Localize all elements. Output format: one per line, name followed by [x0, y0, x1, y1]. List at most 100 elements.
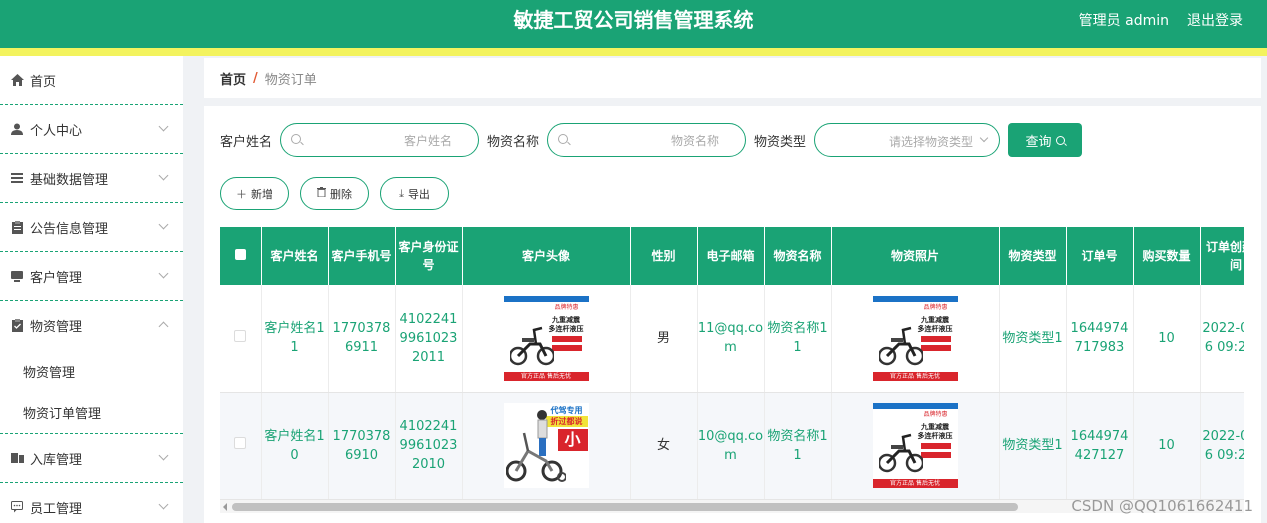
sidebar-item-home[interactable]: 首页 [0, 56, 183, 105]
breadcrumb: 首页 / 物资订单 [204, 58, 1261, 98]
breadcrumb-home[interactable]: 首页 [220, 69, 246, 88]
sidebar-item-inbound[interactable]: 入库管理 [0, 434, 183, 483]
chevron-down-icon [158, 219, 169, 230]
cell-idcard: 410224199610232011 [395, 285, 463, 393]
cell-qty: 10 [1133, 285, 1201, 393]
sidebar-item-basic-data[interactable]: 基础数据管理 [0, 154, 183, 203]
sidebar-item-label: 首页 [30, 74, 57, 90]
cell-type: 物资类型1 [999, 392, 1067, 500]
ebike-illustration [878, 433, 923, 473]
cell-type: 物资类型1 [999, 285, 1067, 393]
sidebar-item-label: 物资管理 [30, 320, 83, 335]
row-select-cell[interactable] [220, 285, 262, 393]
table-header-row: 客户姓名 客户手机号 客户身份证号 客户头像 性别 电子邮箱 物资名称 物资照片… [220, 227, 1244, 285]
sidebar-item-notice[interactable]: 公告信息管理 [0, 203, 183, 252]
chevron-down-icon [158, 170, 169, 181]
material-name-input[interactable] [574, 132, 720, 150]
plus-icon: ＋ [236, 187, 247, 201]
top-header: 敏捷工贸公司销售管理系统 管理员 admin 退出登录 [0, 0, 1267, 48]
column-header: 订单创建时间 [1200, 227, 1244, 285]
trash-icon [317, 187, 326, 200]
row-checkbox[interactable] [234, 329, 247, 342]
sidebar-item-label: 客户管理 [30, 270, 83, 286]
sidebar-item-label: 员工管理 [30, 501, 83, 517]
delete-button[interactable]: 删除 [300, 177, 369, 210]
system-title: 敏捷工贸公司销售管理系统 [513, 8, 754, 32]
current-user: 管理员 admin [1078, 13, 1169, 29]
clipboard-check-icon [10, 319, 24, 333]
material-name-label: 物资名称 [487, 134, 540, 150]
submenu-material[interactable]: 物资管理 [0, 350, 183, 392]
scrollbar-thumb[interactable] [232, 503, 1018, 511]
customer-name-input[interactable] [307, 132, 453, 150]
search-icon [1055, 135, 1065, 145]
add-button[interactable]: ＋ 新增 [220, 177, 289, 210]
ebike-illustration [509, 326, 554, 365]
column-header: 电子邮箱 [697, 227, 765, 285]
table-row[interactable]: 客户姓名11 17703786911 410224199610232011 品牌… [220, 285, 1244, 393]
sidebar-item-material[interactable]: 物资管理 [0, 301, 183, 350]
chat-icon [10, 500, 24, 514]
accent-bar [0, 48, 1267, 56]
cell-material: 物资名称11 [764, 392, 832, 500]
orders-table: 客户姓名 客户手机号 客户身份证号 客户头像 性别 电子邮箱 物资名称 物资照片… [220, 227, 1244, 512]
cell-gender: 女 [630, 392, 698, 500]
sidebar-item-label: 入库管理 [30, 452, 83, 468]
export-button[interactable]: ⤓ 导出 [380, 177, 449, 210]
customer-name-label: 客户姓名 [220, 134, 273, 150]
submenu-material-order[interactable]: 物资订单管理 [0, 392, 183, 434]
query-button[interactable]: 查询 [1008, 123, 1083, 157]
select-all-checkbox[interactable] [234, 249, 246, 260]
search-icon [558, 134, 569, 144]
delete-button-label: 删除 [330, 187, 352, 201]
column-header: 物资照片 [831, 227, 1000, 285]
cell-order-no: 1644974427127 [1066, 392, 1134, 500]
scooter-illustration [505, 410, 566, 482]
cell-order-no: 1644974717983 [1066, 285, 1134, 393]
cell-material-photo: 品牌特惠 九重减震 多连杆液压 官方正品 售后无忧 [831, 392, 1000, 500]
sidebar: 首页 个人中心 基础数据管理 公告信息管理 客户管理 物资管理 物资管理 物资订… [0, 56, 183, 523]
search-bar: 客户姓名 物资名称 物资类型 请选择物资类型 查询 [220, 123, 1083, 157]
chevron-up-icon [158, 321, 169, 332]
sidebar-item-staff[interactable]: 员工管理 [0, 483, 183, 523]
material-type-placeholder: 请选择物资类型 [889, 135, 974, 149]
table-row[interactable]: 客户姓名10 17703786910 410224199610232010 代驾… [220, 392, 1244, 500]
user-icon [10, 122, 24, 136]
logout-link[interactable]: 退出登录 [1187, 10, 1243, 30]
column-header: 物资名称 [764, 227, 832, 285]
breadcrumb-separator: / [253, 70, 258, 86]
ebike-illustration [878, 326, 923, 365]
column-header: 购买数量 [1133, 227, 1201, 285]
sidebar-item-customer[interactable]: 客户管理 [0, 252, 183, 301]
cell-material: 物资名称11 [764, 285, 832, 393]
cell-customer-name: 客户姓名11 [261, 285, 329, 393]
cell-email: 11@qq.com [697, 285, 765, 393]
cell-time: 2022-02-16 09:20:4 [1200, 392, 1244, 500]
list-icon [10, 171, 24, 185]
sidebar-item-label: 公告信息管理 [30, 221, 109, 237]
row-select-cell[interactable] [220, 392, 262, 500]
column-header: 物资类型 [999, 227, 1067, 285]
material-name-search[interactable] [547, 123, 747, 157]
add-button-label: 新增 [251, 187, 273, 201]
cell-email: 10@qq.com [697, 392, 765, 500]
sidebar-item-label: 个人中心 [30, 123, 83, 139]
chevron-down-icon [158, 268, 169, 279]
column-header: 客户头像 [462, 227, 631, 285]
cell-time: 2022-02-16 09:25:2 [1200, 285, 1244, 393]
select-all-cell[interactable] [220, 227, 262, 285]
cell-idcard: 410224199610232010 [395, 392, 463, 500]
cell-avatar: 代驾专用 折过都说 小 [462, 392, 631, 500]
chevron-down-icon [158, 499, 169, 510]
row-checkbox[interactable] [234, 437, 247, 449]
customer-name-search[interactable] [280, 123, 480, 157]
cell-phone: 17703786911 [328, 285, 396, 393]
sidebar-item-label: 基础数据管理 [30, 172, 109, 188]
sidebar-item-personal[interactable]: 个人中心 [0, 105, 183, 154]
material-type-select[interactable]: 请选择物资类型 [814, 123, 1001, 157]
chevron-down-icon [979, 133, 989, 143]
chevron-down-icon [158, 121, 169, 132]
scroll-left-icon[interactable] [223, 503, 227, 511]
cell-phone: 17703786910 [328, 392, 396, 500]
chevron-down-icon [158, 450, 169, 461]
